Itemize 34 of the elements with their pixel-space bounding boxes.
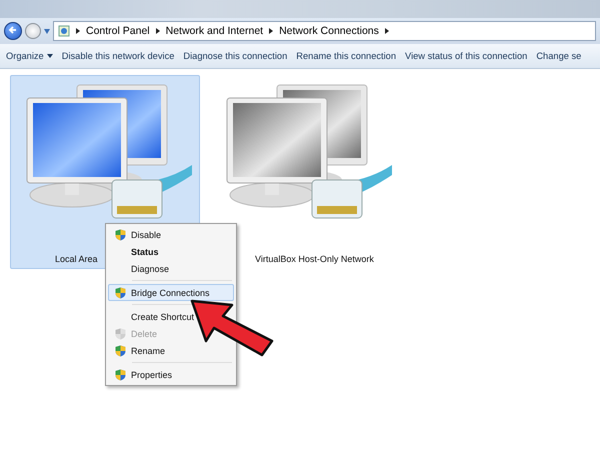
forward-button[interactable] bbox=[25, 23, 41, 39]
toolbar-button[interactable]: View status of this connection bbox=[405, 51, 528, 61]
toolbar-button[interactable]: Change se bbox=[536, 51, 582, 61]
shield-icon bbox=[114, 228, 126, 240]
menu-item[interactable]: Status bbox=[108, 243, 164, 260]
menu-item[interactable]: Rename bbox=[108, 342, 170, 359]
menu-item[interactable]: Bridge Connections bbox=[108, 284, 234, 301]
back-arrow-icon bbox=[8, 25, 18, 35]
back-button[interactable] bbox=[4, 22, 22, 40]
connection-name: VirtualBox Host-Only Network bbox=[255, 254, 374, 264]
toolbar-button[interactable]: Disable this network device bbox=[62, 51, 174, 61]
shield-icon bbox=[114, 368, 126, 380]
menu-item[interactable]: Disable bbox=[108, 226, 166, 243]
breadcrumb[interactable]: Control Panel bbox=[86, 25, 150, 37]
toolbar-button[interactable]: Organize bbox=[6, 51, 53, 61]
connection-tile[interactable]: VirtualBox Host-Only Network bbox=[210, 75, 400, 269]
menu-item[interactable]: Create Shortcut bbox=[108, 308, 200, 325]
breadcrumb[interactable]: Network Connections bbox=[279, 25, 379, 37]
chevron-icon bbox=[156, 28, 160, 34]
chevron-icon bbox=[76, 28, 80, 34]
shield-icon bbox=[114, 286, 126, 298]
chevron-icon bbox=[269, 28, 274, 34]
caret-icon[interactable] bbox=[44, 28, 50, 34]
toolbar-button[interactable]: Diagnose this connection bbox=[183, 51, 288, 61]
toolbar-button[interactable]: Rename this connection bbox=[296, 51, 396, 61]
breadcrumb[interactable]: Network and Internet bbox=[166, 25, 264, 37]
control-panel-icon bbox=[58, 25, 70, 37]
chevron-icon bbox=[384, 28, 389, 34]
shield-icon bbox=[114, 344, 126, 356]
connection-name: Local Area bbox=[55, 254, 98, 264]
shield-icon bbox=[114, 328, 126, 340]
caret-icon bbox=[46, 54, 53, 58]
menu-item[interactable]: Properties bbox=[108, 366, 178, 383]
address-field[interactable]: Control Panel Network and Internet Network Connections bbox=[53, 21, 596, 41]
